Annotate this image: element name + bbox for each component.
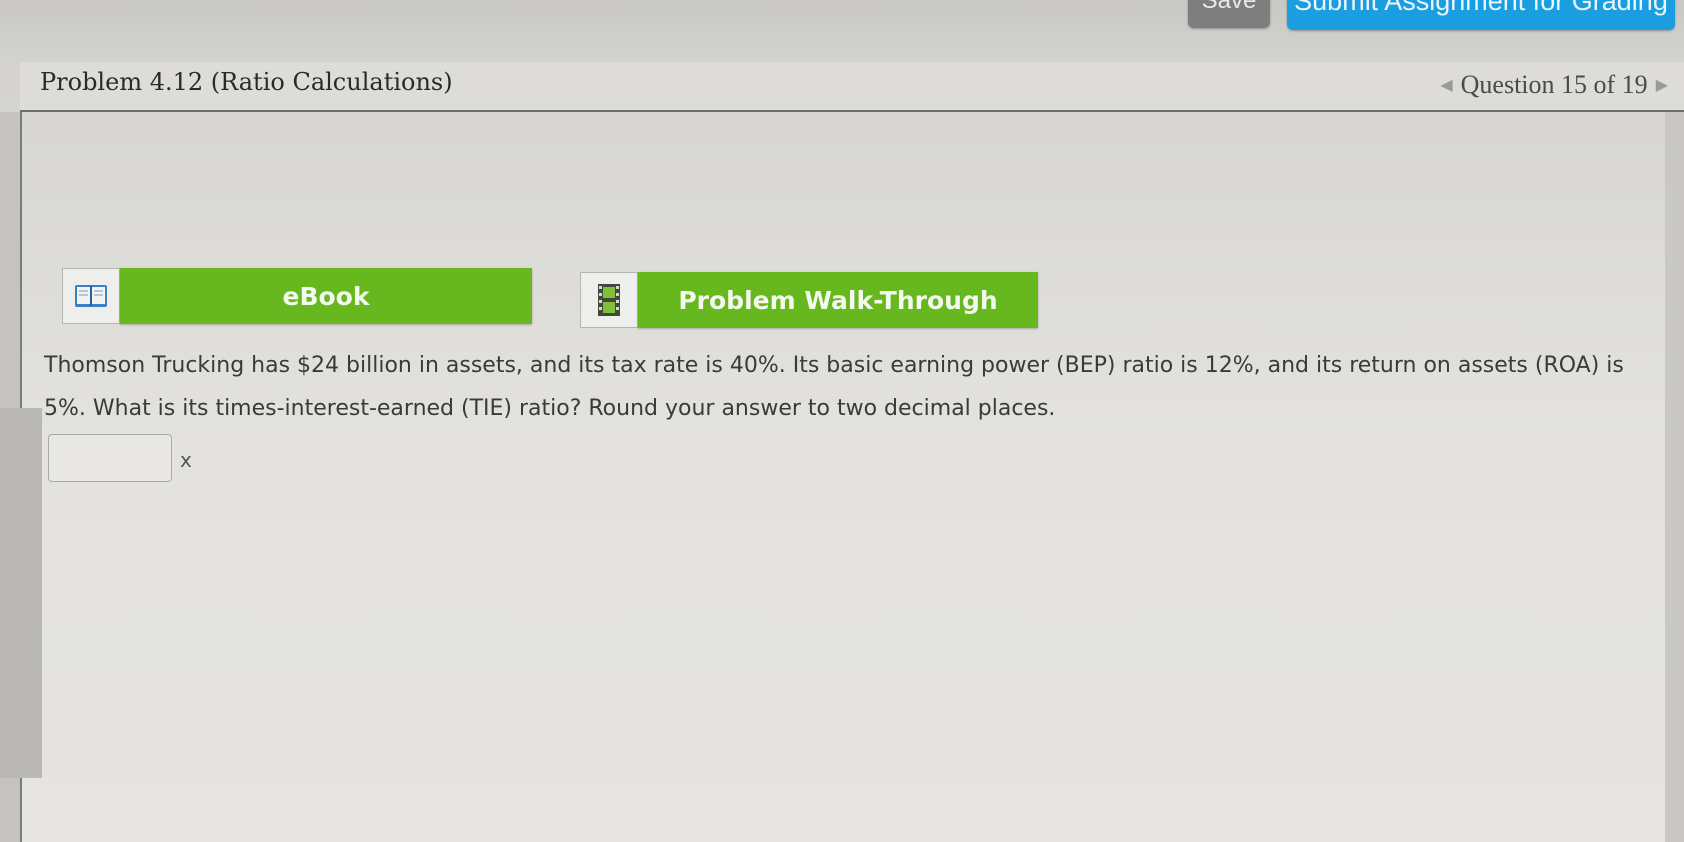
- problem-text: Thomson Trucking has $24 billion in asse…: [44, 353, 1624, 421]
- problem-title: Problem 4.12 (Ratio Calculations): [40, 68, 453, 96]
- problem-walkthrough-button[interactable]: Problem Walk-Through: [580, 272, 1038, 328]
- book-icon: [62, 268, 120, 324]
- previous-question-icon[interactable]: ◀: [1440, 75, 1452, 95]
- ebook-button[interactable]: eBook: [62, 268, 532, 324]
- right-edge: [1665, 112, 1684, 842]
- question-counter: Question 15 of 19: [1460, 70, 1648, 99]
- film-icon: [580, 272, 638, 328]
- save-button[interactable]: Save: [1188, 0, 1270, 28]
- top-action-bar: Save Submit Assignment for Grading: [0, 0, 1684, 62]
- problem-header: Problem 4.12 (Ratio Calculations) ◀ Ques…: [20, 62, 1684, 112]
- next-question-icon[interactable]: ▶: [1656, 75, 1668, 95]
- scrollbar-track[interactable]: [0, 408, 42, 778]
- problem-panel: [20, 112, 1667, 842]
- problem-walkthrough-label: Problem Walk-Through: [638, 272, 1038, 328]
- answer-input[interactable]: [48, 434, 172, 482]
- submit-assignment-button[interactable]: Submit Assignment for Grading: [1287, 0, 1675, 30]
- answer-unit-label: x: [180, 448, 192, 472]
- page: Save Submit Assignment for Grading Probl…: [0, 0, 1684, 842]
- question-navigator: ◀ Question 15 of 19 ▶: [1440, 70, 1668, 100]
- ebook-label: eBook: [120, 268, 532, 324]
